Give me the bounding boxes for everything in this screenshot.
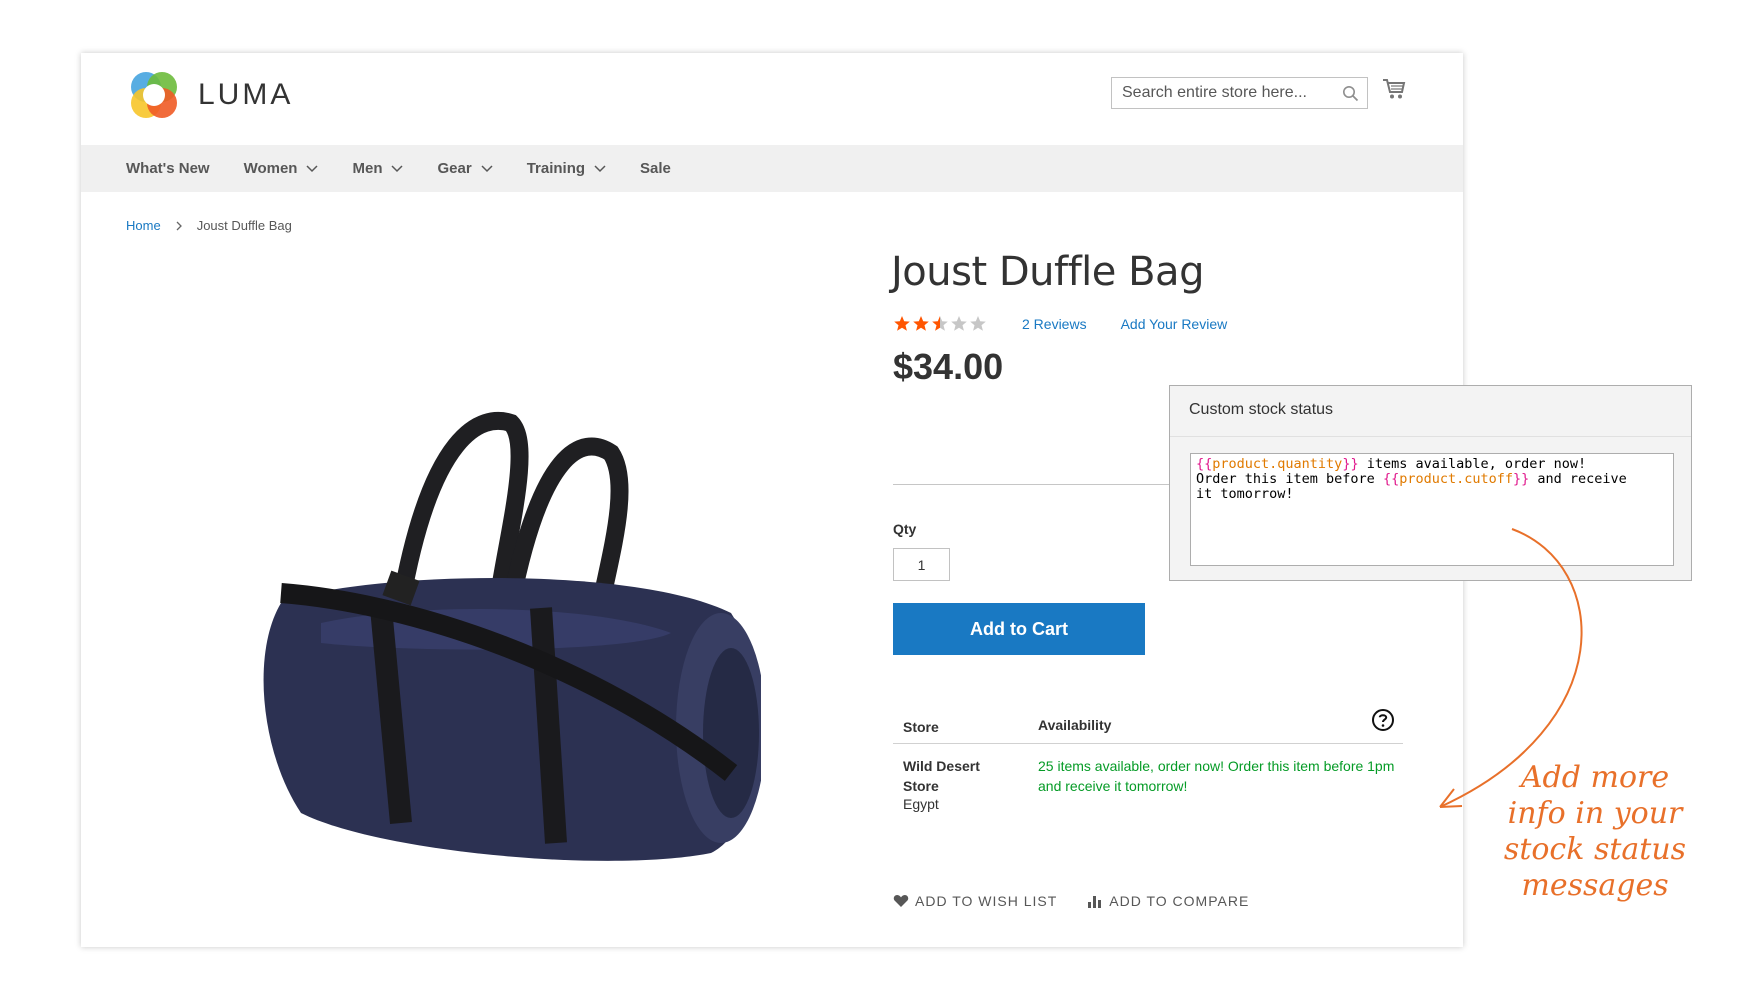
chevron-down-icon [481,164,493,172]
template-text: Order this item before [1196,471,1383,487]
column-header-store: Store [903,719,939,735]
nav-item-men[interactable]: Men [352,160,404,177]
star-icon [970,316,986,331]
breadcrumb-current: Joust Duffle Bag [196,218,292,233]
stock-status-message: 25 items available, order now! Order thi… [1038,758,1395,794]
annotation-text: Add more info in your stock status messa… [1480,760,1710,904]
bag-strap-right [530,607,567,844]
product-price: $34.00 [893,346,1004,387]
add-to-cart-button[interactable]: Add to Cart [893,603,1145,655]
search-box[interactable] [1111,77,1368,109]
product-actions: ADD TO WISH LIST ADD TO COMPARE [893,893,1279,909]
template-brace: }} [1342,456,1359,472]
panel-divider [1170,436,1691,437]
annotation-line: Add more [1520,760,1670,795]
store-country: Egypt [903,796,939,812]
template-brace: }} [1513,471,1530,487]
annotation-line: info in your [1507,796,1683,831]
reviews-link[interactable]: 2 Reviews [1022,316,1087,332]
nav-item-label: Women [243,160,298,177]
template-variable: product.quantity [1212,456,1343,472]
template-text: it tomorrow! [1196,486,1294,502]
bag-handle-back [392,411,529,605]
search-icon[interactable] [1342,85,1359,102]
availability-table: Store Availability Wild Desert Store Egy… [893,703,1403,826]
cart-icon[interactable] [1382,78,1406,100]
nav-item-sale[interactable]: Sale [640,160,671,177]
nav-item-label: Training [526,160,586,177]
help-icon[interactable] [1371,708,1395,732]
product-title: Joust Duffle Bag [891,249,1204,295]
nav-item-label: What's New [126,160,210,177]
star-icon [951,316,967,331]
chevron-down-icon [391,164,404,172]
chevron-down-icon [306,164,319,172]
star-icon [932,316,948,331]
divider [893,484,1173,485]
star-icon [913,316,929,331]
nav-item-gear[interactable]: Gear [437,160,493,177]
rating-stars [893,315,988,332]
add-review-link[interactable]: Add Your Review [1121,316,1228,332]
logo[interactable]: LUMA [126,67,293,123]
column-header-availability: Availability [1038,717,1112,733]
nav-item-label: Men [352,160,383,177]
availability-table-header: Store Availability [893,703,1403,744]
qty-label: Qty [893,521,917,537]
search-input[interactable] [1122,84,1327,102]
product-rating: 2 Reviews Add Your Review [893,315,1227,332]
header: LUMA [81,53,1463,145]
main-navigation: What's New Women Men Gear Training Sale [81,145,1463,192]
nav-item-label: Gear [437,160,472,177]
template-brace: {{ [1196,456,1213,472]
add-to-wish-list-link[interactable]: ADD TO WISH LIST [893,893,1057,909]
template-text: items available, order now! [1358,456,1587,472]
store-name: Wild Desert Store [903,758,980,794]
compare-label: ADD TO COMPARE [1109,893,1250,909]
compare-icon [1088,896,1102,908]
nav-item-training[interactable]: Training [527,160,606,177]
table-row: Wild Desert Store Egypt 25 items availab… [893,744,1403,826]
template-brace: {{ [1382,471,1400,487]
heart-icon [893,895,909,907]
annotation-line: stock status [1503,832,1687,867]
template-text: and receive [1529,471,1627,487]
product-image[interactable] [211,353,761,873]
panel-title: Custom stock status [1189,401,1334,418]
star-icon [894,316,910,331]
annotation-line: messages [1521,868,1669,903]
logo-text: LUMA [198,78,294,111]
nav-item-label: Sale [640,160,671,177]
wish-list-label: ADD TO WISH LIST [915,893,1058,909]
breadcrumb-home-link[interactable]: Home [126,218,161,233]
nav-item-whats-new[interactable]: What's New [126,160,210,177]
breadcrumb: Home Joust Duffle Bag [126,218,292,233]
nav-item-women[interactable]: Women [244,160,319,177]
bag-end-mesh [703,648,759,818]
add-to-compare-link[interactable]: ADD TO COMPARE [1087,893,1249,909]
qty-input[interactable] [893,548,950,581]
template-variable: product.cutoff [1399,471,1513,487]
chevron-down-icon [594,164,606,172]
luma-logo-icon [131,72,177,118]
chevron-right-icon [176,221,182,230]
